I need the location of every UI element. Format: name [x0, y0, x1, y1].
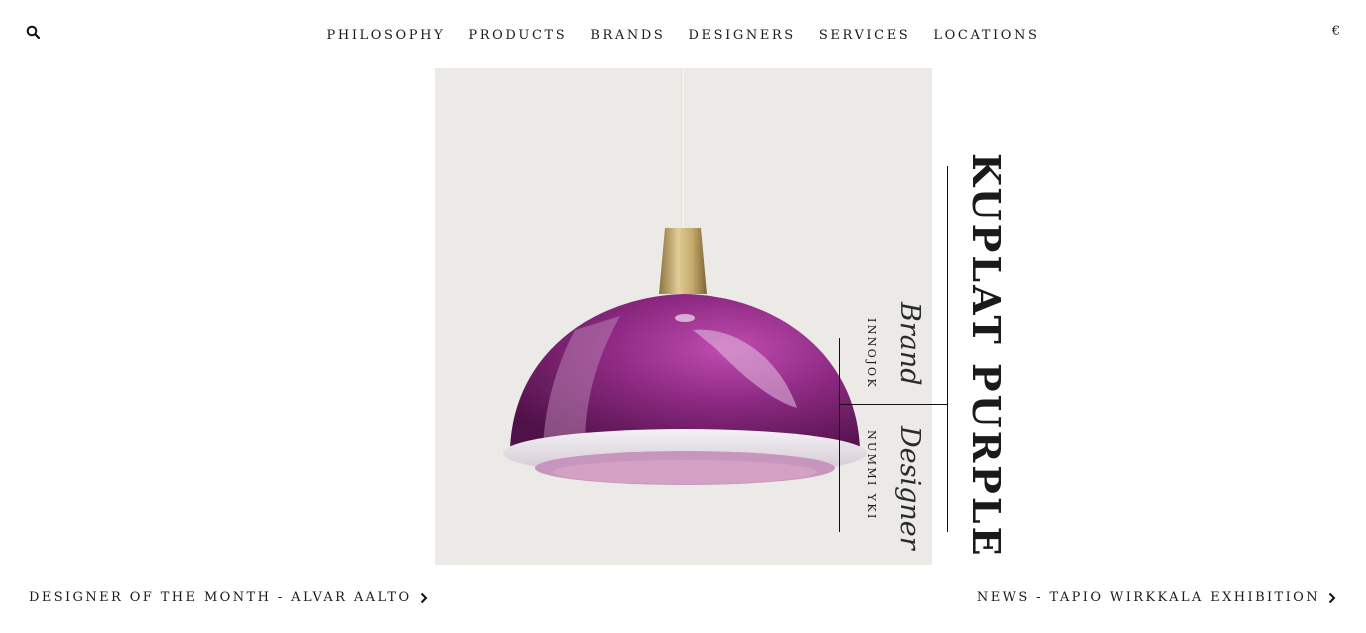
chevron-right-icon: [1328, 592, 1336, 603]
main-nav: PHILOSOPHY PRODUCTS BRANDS DESIGNERS SER…: [0, 24, 1366, 43]
product-image[interactable]: [435, 68, 932, 565]
nav-locations[interactable]: LOCATIONS: [933, 28, 1039, 43]
currency-selector[interactable]: €: [1332, 24, 1340, 39]
divider-vertical-right: [947, 166, 948, 532]
news-label: NEWS - TAPIO WIRKKALA EXHIBITION: [976, 590, 1320, 605]
nav-designers[interactable]: DESIGNERS: [689, 28, 796, 43]
brand-name-link[interactable]: INNOJOK: [864, 318, 878, 389]
nav-services[interactable]: SERVICES: [819, 28, 910, 43]
chevron-right-icon: [420, 592, 427, 603]
divider-vertical-left: [839, 338, 840, 532]
designer-name-link[interactable]: NUMMI YKI: [864, 430, 878, 521]
news-link[interactable]: NEWS - TAPIO WIRKKALA EXHIBITION: [977, 590, 1336, 605]
designer-of-month-label: DESIGNER OF THE MONTH - ALVAR AALTO: [29, 590, 412, 605]
nav-products[interactable]: PRODUCTS: [468, 28, 567, 43]
nav-brands[interactable]: BRANDS: [590, 28, 665, 43]
divider-horizontal: [840, 404, 947, 405]
product-title: KUPLAT PURPLE: [964, 153, 1009, 559]
nav-philosophy[interactable]: PHILOSOPHY: [327, 28, 446, 43]
designer-heading: Designer: [894, 426, 925, 550]
designer-of-month-link[interactable]: DESIGNER OF THE MONTH - ALVAR AALTO: [29, 590, 428, 605]
brand-heading: Brand: [894, 302, 925, 386]
